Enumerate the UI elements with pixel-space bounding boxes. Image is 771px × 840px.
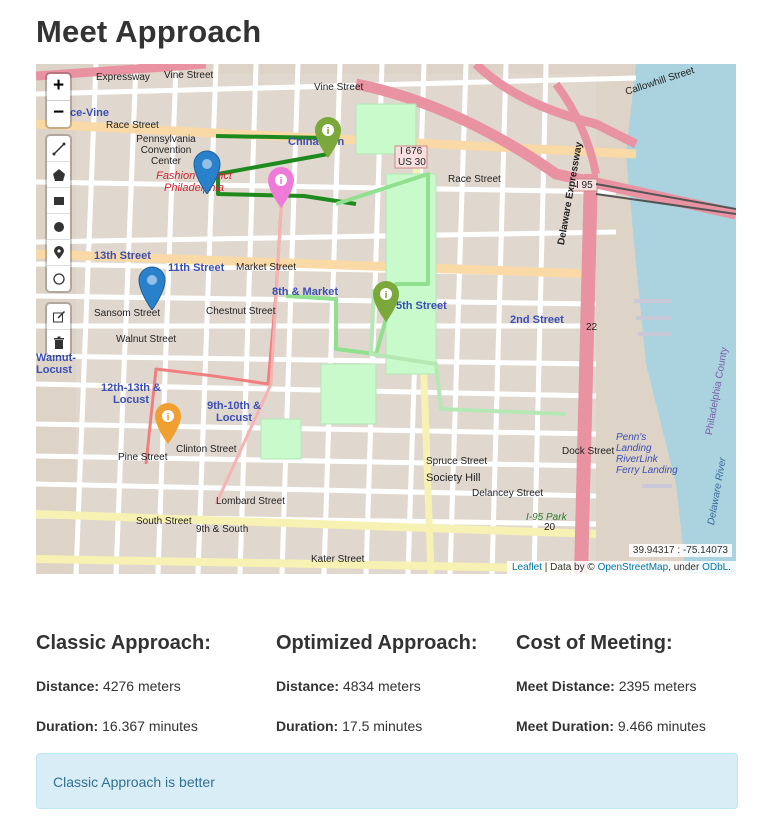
meet-duration: Meet Duration: 9.466 minutes [516,718,706,734]
label-market-street: Market Street [236,262,297,273]
label-8th-market: 8th & Market [272,286,339,298]
label-expressway: Expressway [96,72,150,83]
label-clinton: Clinton Street [176,444,237,455]
cost-of-meeting-section: Cost of Meeting: Meet Distance: 2395 met… [516,632,756,734]
label-pine-street: Pine Street [118,452,168,463]
label-i676: I 676 [400,146,423,157]
circle-marker-icon [52,272,65,285]
verdict-alert: Classic Approach is better [36,753,738,809]
marker-green-info-2[interactable]: i [372,280,400,322]
label-kater-street: Kater Street [311,554,365,565]
meet-distance: Meet Distance: 2395 meters [516,678,697,694]
optimized-duration-label: Duration: [276,718,339,734]
optimized-distance-label: Distance: [276,678,340,694]
optimized-distance-value: 4834 meters [342,678,421,694]
edit-icon [52,310,65,322]
label-vine-street: Vine Street [164,70,214,81]
classic-duration-label: Duration: [36,718,99,734]
shield-20: 20 [544,522,556,533]
marker-blue-start[interactable] [193,150,221,194]
label-9th-10th-locust: 9th-10th & Locust [207,400,261,424]
svg-text:i: i [166,413,169,423]
classic-distance-value: 4276 meters [102,678,181,694]
draw-marker-button[interactable] [47,239,70,265]
edit-toolbar [47,304,70,355]
classic-duration: Duration: 16.367 minutes [36,718,198,734]
page-title: Meet Approach [36,14,262,49]
label-13th-street: 13th Street [94,250,151,262]
attribution-text: | Data by © [544,562,595,573]
marker-icon [53,245,64,259]
polygon-icon [52,168,65,181]
meet-distance-label: Meet Distance: [516,678,615,694]
label-chestnut: Chestnut Street [206,306,276,317]
label-lombard: Lombard Street [216,496,285,507]
attribution-end: . [728,562,731,573]
zoom-control: + − [47,74,70,127]
label-9th-south: 9th & South [196,524,249,535]
marker-pink-info[interactable]: i [267,166,295,208]
optimized-duration: Duration: 17.5 minutes [276,718,422,734]
marker-green-info[interactable]: i [314,116,342,158]
label-delancey: Delancey Street [472,488,544,499]
rectangle-icon [53,196,64,205]
classic-approach-heading: Classic Approach: [36,632,211,654]
meet-duration-label: Meet Duration: [516,718,614,734]
circle-icon [53,221,64,232]
mouse-coordinates: 39.94317 : -75.14073 [628,544,732,557]
classic-distance-label: Distance: [36,678,100,694]
label-11th-street: 11th Street [168,262,225,274]
zoom-out-button[interactable]: − [47,100,70,127]
label-south-street: South Street [136,516,192,527]
attribution-under: , under [668,562,700,573]
label-race-street-2: Race Street [448,174,501,185]
label-us30: US 30 [398,157,426,168]
draw-polyline-button[interactable] [47,136,70,161]
delete-layers-button[interactable] [47,329,70,355]
label-penns-landing: Penn's Landing RiverLink Ferry Landing [616,432,678,476]
classic-distance: Distance: 4276 meters [36,678,181,694]
edit-layers-button[interactable] [47,304,70,329]
label-walnut: Walnut Street [116,334,177,345]
zoom-in-button[interactable]: + [47,74,70,100]
trash-icon [53,336,64,349]
map-attribution: Leaflet | Data by © OpenStreetMap, under… [506,561,736,574]
svg-text:i: i [384,291,387,301]
classic-duration-value: 16.367 minutes [102,718,198,734]
marker-orange-info[interactable]: i [154,402,182,444]
label-walnut-locust: Walnut-Locust [36,352,76,376]
optimized-distance: Distance: 4834 meters [276,678,421,694]
svg-text:i: i [326,127,329,137]
draw-circle-button[interactable] [47,213,70,239]
draw-toolbar [47,136,70,291]
osm-link[interactable]: OpenStreetMap [598,562,669,573]
draw-polygon-button[interactable] [47,161,70,187]
optimized-duration-value: 17.5 minutes [342,718,423,734]
label-2nd-street: 2nd Street [510,314,564,326]
label-spruce: Spruce Street [426,456,488,467]
marker-blue-second[interactable] [138,266,166,310]
label-vine-street-2: Vine Street [314,82,364,93]
optimized-approach-heading: Optimized Approach: [276,632,478,654]
shield-22: 22 [586,322,598,333]
label-society-hill: Society Hill [426,472,481,484]
label-i95: I 95 [576,180,593,191]
label-dock-street: Dock Street [562,446,615,457]
draw-rectangle-button[interactable] [47,187,70,213]
cost-of-meeting-heading: Cost of Meeting: [516,632,673,654]
label-race-street: Race Street [106,120,159,131]
classic-approach-section: Classic Approach: Distance: 4276 meters … [36,632,276,734]
odbl-link[interactable]: ODbL [702,562,728,573]
draw-circlemarker-button[interactable] [47,265,70,291]
map-view[interactable]: Expressway Vine Street Vine Street Callo… [36,64,736,574]
optimized-approach-section: Optimized Approach: Distance: 4834 meter… [276,632,516,734]
meet-duration-value: 9.466 minutes [617,718,706,734]
leaflet-link[interactable]: Leaflet [512,562,542,573]
meet-distance-value: 2395 meters [618,678,697,694]
svg-text:i: i [279,177,282,187]
polyline-icon [52,142,65,155]
label-5th-street: 5th Street [396,300,447,312]
